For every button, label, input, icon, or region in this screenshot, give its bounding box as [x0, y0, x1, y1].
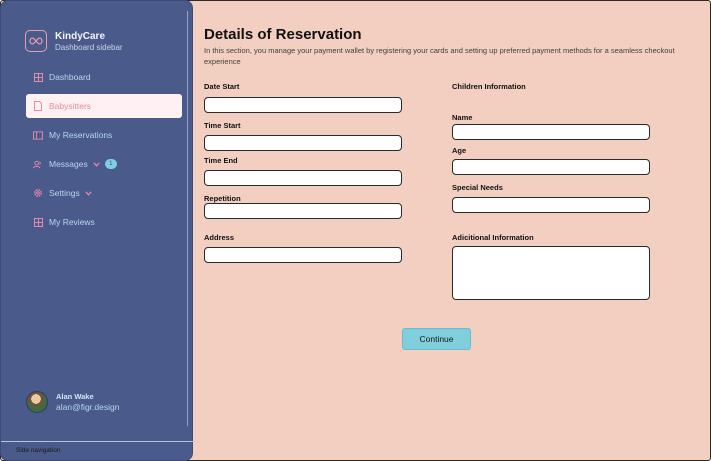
sidebar-item-label: My Reviews — [49, 217, 95, 227]
date-start-input[interactable] — [204, 97, 402, 113]
sidebar-scrollbar[interactable] — [187, 11, 188, 426]
additional-information-label: Adicitional Information — [452, 233, 534, 242]
sidebar-item-babysitters[interactable]: Babysitters — [26, 94, 182, 118]
user-email: alan@figr.design — [56, 402, 120, 412]
users-icon — [33, 159, 43, 169]
brand: KindyCare Dashboard sidebar — [25, 30, 123, 52]
user-name: Alan Wake — [56, 392, 94, 401]
child-age-label: Age — [452, 146, 467, 155]
sidebar-item-dashboard[interactable]: Dashboard — [26, 65, 182, 89]
children-information-heading: Children Information — [452, 82, 526, 91]
messages-count-badge: 1 — [104, 159, 117, 169]
brand-title: KindyCare — [55, 30, 106, 42]
sidebar-nav: Dashboard Babysitters My Reservations Me… — [26, 65, 182, 239]
sidebar-item-messages[interactable]: Messages 1 — [26, 152, 182, 176]
sidebar-item-settings[interactable]: Settings — [26, 181, 182, 205]
address-input[interactable] — [204, 247, 402, 263]
sidebar-item-label: My Reservations — [49, 130, 113, 140]
continue-button[interactable]: Continue — [402, 328, 471, 350]
sidebar-item-my-reservations[interactable]: My Reservations — [26, 123, 182, 147]
child-age-input[interactable] — [452, 159, 650, 175]
sidebar-item-label: Babysitters — [49, 101, 92, 111]
child-name-label: Name — [452, 113, 473, 122]
child-name-input[interactable] — [452, 124, 650, 140]
chevron-down-icon[interactable] — [93, 161, 100, 167]
sidebar-footer-label: Side navigation — [16, 447, 61, 454]
page-description: In this section, you manage your payment… — [204, 46, 675, 66]
special-needs-input[interactable] — [452, 197, 650, 213]
repetition-input[interactable] — [204, 203, 402, 219]
infinity-icon — [25, 30, 47, 52]
grid-icon — [33, 217, 43, 227]
sidebar-footer: Side navigation — [1, 441, 194, 461]
time-end-label: Time End — [204, 156, 238, 165]
sidebar: KindyCare Dashboard sidebar Dashboard Ba… — [0, 0, 194, 461]
document-icon — [33, 101, 43, 111]
gear-icon — [33, 188, 43, 198]
avatar — [26, 391, 48, 413]
user-profile[interactable]: Alan Wake alan@figr.design — [26, 391, 119, 413]
calendar-icon — [33, 130, 43, 140]
time-start-input[interactable] — [204, 135, 402, 151]
brand-subtitle: Dashboard sidebar — [55, 42, 123, 52]
repetition-label: Repetition — [204, 194, 241, 203]
sidebar-item-label: Settings — [49, 188, 80, 198]
date-start-label: Date Start — [204, 82, 240, 91]
special-needs-label: Special Needs — [452, 183, 503, 192]
sidebar-item-my-reviews[interactable]: My Reviews — [26, 210, 182, 234]
chevron-down-icon[interactable] — [85, 190, 92, 196]
grid-icon — [33, 72, 43, 82]
time-end-input[interactable] — [204, 170, 402, 186]
time-start-label: Time Start — [204, 121, 241, 130]
sidebar-item-label: Dashboard — [49, 72, 91, 82]
sidebar-item-label: Messages — [49, 159, 88, 169]
page-title: Details of Reservation — [204, 26, 362, 43]
additional-information-textarea[interactable] — [452, 246, 650, 300]
address-label: Address — [204, 233, 235, 242]
